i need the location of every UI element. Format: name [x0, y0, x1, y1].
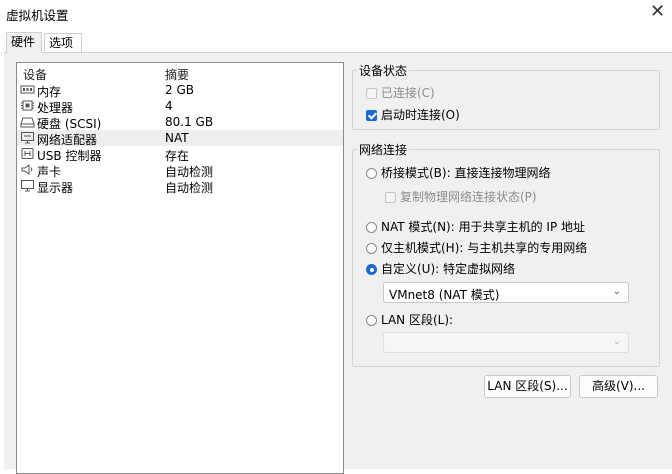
close-icon[interactable]: ✕ [650, 1, 665, 22]
usb-icon [21, 148, 34, 159]
device-summary: 自动检测 [165, 181, 214, 195]
radio-icon [366, 168, 377, 179]
network-adapter-icon [21, 132, 34, 144]
device-summary: NAT [165, 131, 189, 145]
summary-column-header[interactable]: 摘要 [165, 66, 189, 83]
connected-label: 已连接(C) [381, 86, 435, 100]
tab-hardware[interactable]: 硬件 [6, 32, 42, 53]
window-title: 虚拟机设置 [6, 8, 69, 23]
device-row-hard-disk[interactable]: 硬盘 (SCSI) 80.1 GB [17, 114, 343, 131]
lan-segment-label: LAN 区段(L): [381, 313, 454, 327]
memory-icon [20, 85, 35, 94]
lan-segment-radio[interactable]: LAN 区段(L): [366, 311, 453, 328]
processor-icon [21, 100, 34, 111]
device-row-network-adapter[interactable]: 网络适配器 NAT [17, 130, 343, 147]
device-row-memory[interactable]: 内存 2 GB [17, 82, 343, 99]
device-list[interactable]: 设备 摘要 内存 2 GB 处理器 4 硬盘 (SCSI) 80.1 GB 网络… [16, 62, 344, 474]
device-row-sound-card[interactable]: 声卡 自动检测 [17, 162, 343, 179]
lan-segment-select[interactable]: ⌄ [383, 332, 629, 353]
title-bar: 虚拟机设置 ✕ [0, 0, 672, 30]
custom-label: 自定义(U): 特定虚拟网络 [381, 262, 516, 276]
radio-icon [366, 315, 377, 326]
custom-network-select[interactable]: VMnet8 (NAT 模式) ⌄ [383, 282, 629, 303]
nat-label: NAT 模式(N): 用于共享主机的 IP 地址 [381, 220, 586, 234]
device-column-header[interactable]: 设备 [23, 66, 47, 83]
device-summary: 80.1 GB [165, 115, 214, 129]
device-status-title: 设备状态 [357, 62, 410, 79]
checkbox-checked-icon [366, 110, 377, 121]
nat-radio[interactable]: NAT 模式(N): 用于共享主机的 IP 地址 [366, 218, 585, 235]
hard-disk-icon [20, 117, 35, 128]
checkbox-icon [385, 192, 396, 203]
tab-options[interactable]: 选项 [44, 33, 82, 52]
host-only-label: 仅主机模式(H): 与主机共享的专用网络 [381, 241, 588, 255]
host-only-radio[interactable]: 仅主机模式(H): 与主机共享的专用网络 [366, 239, 587, 256]
device-name: 显示器 [37, 181, 74, 195]
device-row-processor[interactable]: 处理器 4 [17, 98, 343, 115]
connect-at-power-on-checkbox[interactable]: 启动时连接(O) [366, 106, 460, 123]
monitor-icon [21, 180, 34, 192]
network-connection-title: 网络连接 [357, 141, 410, 158]
speaker-icon [21, 164, 33, 175]
device-row-usb[interactable]: USB 控制器 存在 [17, 146, 343, 163]
device-summary: 4 [165, 99, 173, 113]
bridged-radio[interactable]: 桥接模式(B): 直接连接物理网络 [366, 164, 550, 181]
custom-network-value: VMnet8 (NAT 模式) [389, 288, 500, 302]
chevron-down-icon: ⌄ [612, 336, 621, 347]
custom-radio[interactable]: 自定义(U): 特定虚拟网络 [366, 260, 515, 277]
lan-segments-button[interactable]: LAN 区段(S)... [484, 375, 571, 398]
chevron-down-icon: ⌄ [612, 286, 621, 297]
connected-checkbox[interactable]: 已连接(C) [366, 84, 435, 101]
replicate-state-checkbox[interactable]: 复制物理网络连接状态(P) [385, 188, 537, 205]
bridged-label: 桥接模式(B): 直接连接物理网络 [381, 166, 551, 180]
checkbox-icon [366, 88, 377, 99]
radio-icon [366, 222, 377, 233]
connect-at-power-on-label: 启动时连接(O) [381, 108, 460, 122]
radio-icon [366, 243, 377, 254]
device-summary: 2 GB [165, 83, 194, 97]
device-row-display[interactable]: 显示器 自动检测 [17, 178, 343, 195]
replicate-state-label: 复制物理网络连接状态(P) [400, 190, 537, 204]
radio-selected-icon [366, 264, 377, 275]
advanced-button[interactable]: 高级(V)... [579, 375, 658, 398]
tab-strip: 硬件 选项 [0, 30, 672, 53]
